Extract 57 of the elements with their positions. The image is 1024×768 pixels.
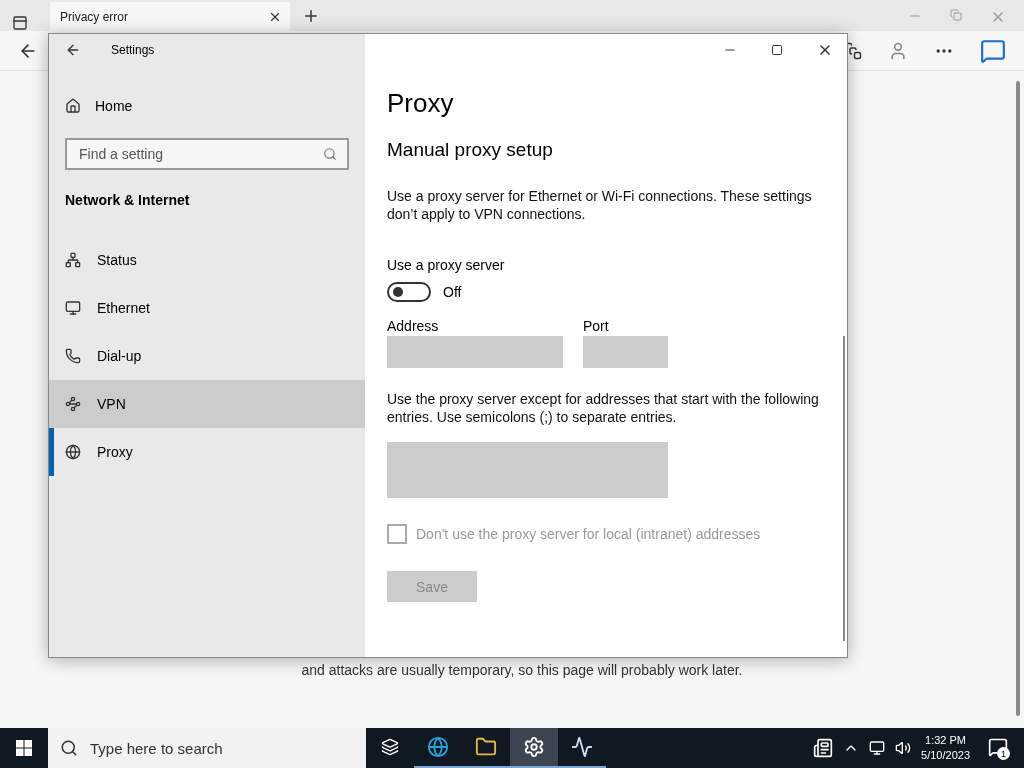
maximize-icon[interactable] [771, 44, 783, 56]
port-label: Port [583, 318, 610, 334]
nav-item[interactable]: Status [49, 236, 365, 284]
search-icon [323, 147, 337, 161]
home-icon [65, 98, 81, 114]
address-label: Address [387, 318, 440, 334]
monitor-icon [65, 300, 81, 316]
gear-icon [523, 736, 545, 758]
browser-tab[interactable]: Privacy error [50, 2, 290, 31]
scrollbar[interactable] [1016, 81, 1020, 716]
description-text: Use a proxy server for Ethernet or Wi-Fi connections. These settings don’t apply to VPN connections. [387, 187, 813, 223]
scrollbar[interactable] [843, 336, 845, 641]
nodes-icon [65, 396, 81, 412]
notification-count: 1 [997, 747, 1010, 760]
tab-actions-icon[interactable] [12, 15, 28, 31]
window-title: Settings [111, 43, 155, 57]
new-tab-icon[interactable] [302, 7, 320, 25]
nav-item[interactable]: Ethernet [49, 284, 365, 332]
volume-icon[interactable] [895, 740, 912, 756]
page-heading: Proxy [387, 88, 455, 119]
port-field[interactable] [583, 336, 668, 368]
windows-logo-icon [16, 740, 32, 756]
home-item[interactable]: Home [49, 82, 365, 130]
clock-date[interactable]: 5/10/2023 [921, 748, 970, 763]
globe-icon [65, 444, 81, 460]
network-icon [65, 252, 81, 268]
folder-icon [475, 736, 497, 758]
news-icon[interactable] [813, 738, 834, 758]
chat-icon[interactable] [980, 37, 1006, 64]
search-field[interactable]: Find a setting [77, 140, 323, 168]
clock-time[interactable]: 1:32 PM [925, 733, 966, 748]
message-icon [988, 736, 1008, 757]
page-text: and attacks are usually temporary, so this page will probably work later. [300, 662, 743, 678]
exceptions-field[interactable] [387, 442, 668, 498]
globe-icon [427, 736, 449, 758]
section-heading: Network & Internet [64, 191, 191, 210]
section-title: Manual proxy setup [387, 139, 554, 161]
nav-item[interactable]: VPN [49, 380, 365, 428]
taskbar-search-box[interactable]: Type here to search [48, 728, 366, 768]
proxy-toggle[interactable] [387, 282, 431, 302]
toggle-label: Use a proxy server [387, 257, 506, 273]
address-field[interactable] [387, 336, 563, 368]
phone-icon [65, 348, 81, 364]
taskbar-search-field[interactable]: Type here to search [88, 728, 354, 768]
checkbox-label: Don't use the proxy server for local (intranet) addresses [416, 526, 761, 542]
task-view-icon [381, 738, 399, 756]
search-box[interactable]: Find a setting [65, 138, 349, 170]
back-icon[interactable] [65, 42, 81, 58]
exceptions-text: Use the proxy server except for addresses that start with the following entries. Use semicolons (;) to separate entries. [387, 390, 820, 426]
notifications-button[interactable]: 1 [980, 728, 1016, 768]
taskbar-app-button[interactable] [510, 728, 558, 768]
toggle-state: Off [443, 284, 462, 300]
profile-icon[interactable] [888, 40, 908, 61]
nav-item[interactable]: Dial-up [49, 332, 365, 380]
network-icon[interactable] [869, 740, 886, 756]
search-icon [60, 739, 78, 757]
pulse-icon [571, 736, 593, 758]
